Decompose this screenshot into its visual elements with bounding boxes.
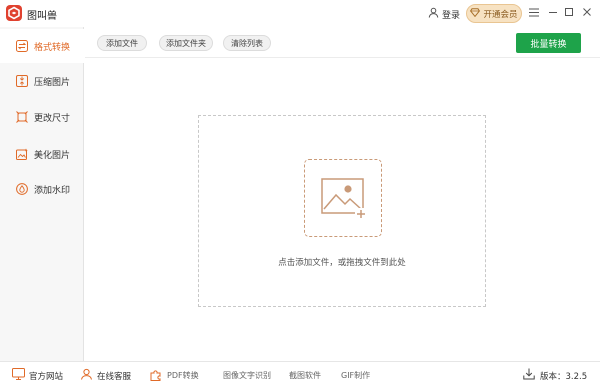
sidebar-item-label: 格式转换 <box>34 42 71 53</box>
add-image-area[interactable] <box>304 159 382 237</box>
maximize-icon[interactable] <box>562 5 576 19</box>
menu-icon[interactable] <box>527 5 541 19</box>
vip-button[interactable]: 开通会员 <box>466 4 522 23</box>
diamond-icon <box>470 7 481 20</box>
close-icon[interactable] <box>580 5 594 19</box>
sidebar-item-resize[interactable]: 更改尺寸 <box>0 100 84 134</box>
version-info[interactable]: 版本：3.2.5 <box>523 362 587 388</box>
watermark-icon <box>16 183 28 195</box>
convert-icon <box>16 40 28 52</box>
official-site-label: 官方网站 <box>29 371 64 382</box>
app-logo-icon <box>6 5 22 21</box>
version-label: 版本：3.2.5 <box>540 371 588 382</box>
app-title: 图叫兽 <box>27 11 57 22</box>
drop-hint-text: 点击添加文件，或拖拽文件到此处 <box>278 258 406 268</box>
pdf-convert-link[interactable]: PDF转换 <box>150 362 199 388</box>
vip-label: 开通会员 <box>483 9 518 20</box>
beautify-icon <box>16 148 28 160</box>
add-file-button[interactable]: 添加文件 <box>97 35 147 51</box>
clear-list-button[interactable]: 清除列表 <box>223 35 271 51</box>
add-image-icon <box>321 178 367 220</box>
resize-icon <box>16 111 28 123</box>
official-site-link[interactable]: 官方网站 <box>12 362 63 388</box>
file-drop-zone[interactable]: 点击添加文件，或拖拽文件到此处 <box>198 115 486 307</box>
download-icon <box>523 368 535 383</box>
pdf-convert-label: PDF转换 <box>167 371 199 380</box>
login-button[interactable]: 登录 <box>428 6 460 22</box>
sidebar-item-watermark[interactable]: 添加水印 <box>0 172 84 206</box>
sidebar-item-format-convert[interactable]: 格式转换 <box>0 29 84 63</box>
user-icon <box>428 7 439 21</box>
sidebar-item-label: 更改尺寸 <box>34 113 71 124</box>
sidebar-item-label: 压缩图片 <box>34 77 71 88</box>
online-support-link[interactable]: 在线客服 <box>80 362 131 388</box>
minimize-icon[interactable] <box>546 5 560 19</box>
sidebar: 格式转换 压缩图片 更改尺寸 美化图片 添加水印 <box>0 27 84 361</box>
login-label: 登录 <box>442 10 461 21</box>
add-folder-button[interactable]: 添加文件夹 <box>159 35 213 51</box>
bottom-bar: 官方网站 在线客服 PDF转换 图像文字识别 截图软件 GIF制作 版本：3.2… <box>0 361 600 388</box>
title-bar: 图叫兽 登录 开通会员 <box>0 0 600 27</box>
ocr-link[interactable]: 图像文字识别 <box>223 362 271 388</box>
sidebar-item-label: 添加水印 <box>34 185 71 196</box>
sidebar-item-beautify[interactable]: 美化图片 <box>0 137 84 171</box>
headset-icon <box>80 368 93 383</box>
toolbar: 添加文件 添加文件夹 清除列表 批量转换 <box>85 27 600 58</box>
batch-convert-button[interactable]: 批量转换 <box>516 33 581 53</box>
compress-icon <box>16 75 28 87</box>
sidebar-item-compress[interactable]: 压缩图片 <box>0 64 84 98</box>
screenshot-tool-link[interactable]: 截图软件 <box>289 362 321 388</box>
sidebar-item-label: 美化图片 <box>34 150 71 161</box>
puzzle-icon <box>150 369 163 383</box>
gif-maker-link[interactable]: GIF制作 <box>341 362 370 388</box>
online-support-label: 在线客服 <box>97 371 132 382</box>
monitor-icon <box>12 368 25 383</box>
